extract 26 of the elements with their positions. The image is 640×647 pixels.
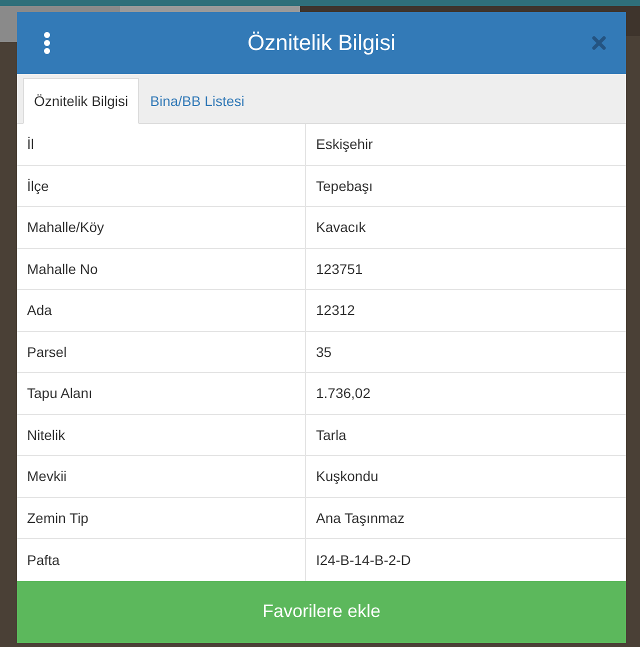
table-cell-text: 123751: [315, 260, 364, 279]
tab[interactable]: Öznitelik Bilgisi: [23, 78, 140, 124]
table-cell: Tapu Alanı: [17, 373, 306, 414]
table-cell: Ada: [17, 290, 306, 330]
add-favorite-button[interactable]: Favorilere ekle: [17, 580, 626, 642]
table-cell: Zemin Tip: [17, 498, 306, 538]
table-cell-text: Eskişehir: [315, 135, 374, 154]
table-cell: Nitelik: [17, 414, 306, 455]
table-cell: İl: [17, 124, 306, 164]
tab[interactable]: Bina/BB Listesi: [139, 78, 256, 124]
table-cell-text: Tepebaşı: [315, 176, 374, 196]
table-cell: Parsel: [17, 332, 306, 372]
dialog-title: Öznitelik Bilgisi: [246, 30, 396, 56]
table-cell-text: 1.736,02: [315, 384, 372, 404]
table-cell-text: 12312: [315, 301, 356, 320]
table-cell: Mevkii: [17, 456, 306, 496]
table-cell-text: Kuşkondu: [315, 467, 380, 486]
table-cell-text: Kavacık: [315, 218, 367, 238]
table-cell-text: Ana Taşınmaz: [315, 508, 406, 528]
table-cell: Mahalle/Köy: [17, 207, 306, 248]
menu-icon[interactable]: [43, 32, 51, 54]
table-cell: İlçe: [17, 166, 306, 206]
table-cell: Mahalle No: [17, 248, 306, 289]
table-cell-text: 35: [315, 342, 333, 362]
table-cell-text: I24-B-14-B-2-D: [315, 550, 412, 570]
table-cell-text: Tarla: [315, 426, 348, 445]
